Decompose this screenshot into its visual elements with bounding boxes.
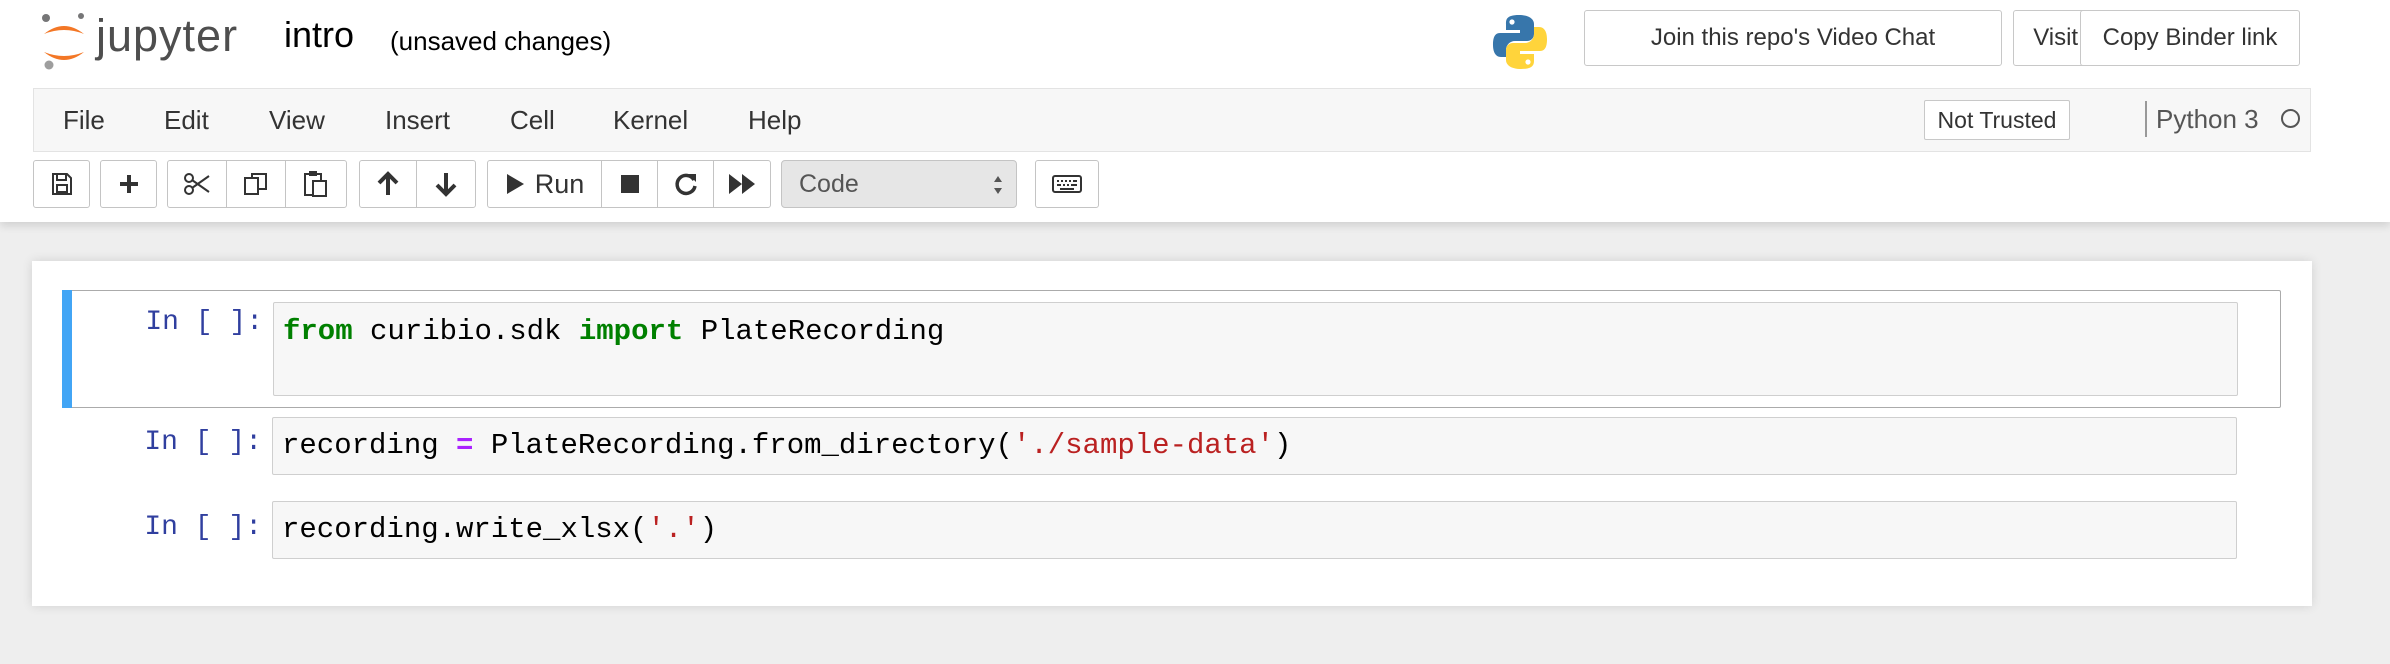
cell-prompt: In [ ]: — [144, 512, 262, 543]
menu-insert[interactable]: Insert — [385, 105, 450, 136]
code-token-kw: import — [578, 315, 684, 348]
code-editor[interactable]: recording.write_xlsx('.') — [272, 501, 2237, 559]
notebook-title[interactable]: intro — [284, 14, 354, 56]
arrow-down-icon — [435, 173, 457, 197]
menubar: File Edit View Insert Cell Kernel Help N… — [33, 88, 2311, 152]
code-cell-selected[interactable]: In [ ]: from curibio.sdk import PlateRec… — [62, 290, 2281, 408]
code-token-str: './sample-data' — [1012, 429, 1274, 462]
not-trusted-badge[interactable]: Not Trusted — [1924, 100, 2070, 140]
cell-type-value: Code — [799, 169, 859, 198]
menu-help[interactable]: Help — [748, 105, 801, 136]
copy-icon — [244, 173, 267, 195]
cut-button[interactable] — [167, 160, 227, 208]
code-token-op: = — [456, 429, 474, 462]
run-label: Run — [534, 168, 585, 199]
menu-kernel[interactable]: Kernel — [613, 105, 688, 136]
kernel-idle-indicator-icon — [2281, 109, 2300, 128]
header-top: jupyter intro (unsaved changes) Join thi… — [0, 0, 2390, 88]
save-button[interactable] — [33, 160, 90, 208]
menu-file[interactable]: File — [63, 105, 105, 136]
menu-view[interactable]: View — [269, 105, 325, 136]
cell-type-select[interactable]: Code — [781, 160, 1017, 208]
notebook-container: In [ ]: from curibio.sdk import PlateRec… — [32, 261, 2312, 606]
cell-prompt: In [ ]: — [144, 427, 262, 458]
logo-text: jupyter — [96, 10, 239, 61]
jupyter-logo-icon — [42, 13, 84, 70]
run-button[interactable]: Run — [487, 160, 602, 208]
code-token-plain: ) — [1273, 429, 1292, 462]
code-editor[interactable]: from curibio.sdk import PlateRecording — [273, 302, 2238, 396]
paste-icon — [304, 171, 327, 197]
restart-kernel-button[interactable] — [657, 160, 714, 208]
save-status: (unsaved changes) — [390, 26, 612, 56]
stop-icon — [620, 175, 639, 193]
play-icon — [506, 174, 524, 194]
copy-button[interactable] — [226, 160, 286, 208]
plus-icon — [119, 175, 138, 193]
code-cell[interactable]: In [ ]: recording = PlateRecording.from_… — [62, 417, 2281, 475]
interrupt-kernel-button[interactable] — [601, 160, 658, 208]
save-icon — [51, 173, 72, 195]
toolbar: Run Code — [0, 160, 2390, 210]
python-logo-icon — [1493, 15, 1547, 69]
code-token-kw: from — [283, 315, 353, 348]
insert-cell-button[interactable] — [100, 160, 157, 208]
cell-prompt: In [ ]: — [145, 307, 263, 338]
code-token-plain: curibio.sdk — [352, 315, 579, 348]
jupyter-logo[interactable]: jupyter — [40, 8, 260, 78]
command-palette-button[interactable] — [1035, 160, 1099, 208]
arrow-up-icon — [377, 171, 399, 195]
menu-edit[interactable]: Edit — [164, 105, 209, 136]
move-cell-up-button[interactable] — [359, 160, 417, 208]
video-chat-button[interactable]: Join this repo's Video Chat — [1584, 10, 2002, 66]
menu-cell[interactable]: Cell — [510, 105, 555, 136]
select-arrows-icon — [994, 176, 1002, 194]
code-cell[interactable]: In [ ]: recording.write_xlsx('.') — [62, 501, 2281, 562]
kernel-name: Python 3 — [2156, 104, 2259, 134]
restart-icon — [674, 173, 697, 196]
code-editor[interactable]: recording = PlateRecording.from_director… — [272, 417, 2237, 475]
code-token-plain: recording.write_xlsx( — [282, 513, 648, 546]
header: jupyter intro (unsaved changes) Join thi… — [0, 0, 2390, 222]
paste-button[interactable] — [285, 160, 347, 208]
keyboard-icon — [1052, 175, 1082, 193]
code-token-plain: PlateRecording — [683, 315, 945, 348]
code-token-plain: ) — [699, 513, 718, 546]
kernel-separator — [2145, 101, 2147, 137]
cut-icon — [184, 173, 210, 195]
code-token-str: '.' — [647, 513, 700, 546]
move-cell-down-button[interactable] — [416, 160, 476, 208]
copy-binder-link-button[interactable]: Copy Binder link — [2080, 10, 2300, 66]
code-token-plain: PlateRecording.from_directory( — [473, 429, 1013, 462]
code-token-plain: recording — [282, 429, 457, 462]
fast-forward-icon — [729, 174, 755, 194]
restart-run-all-button[interactable] — [713, 160, 771, 208]
